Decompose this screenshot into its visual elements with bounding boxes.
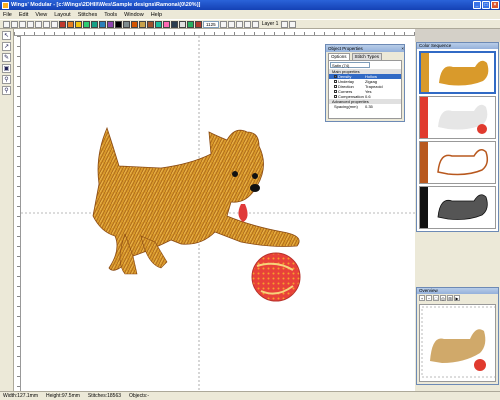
fit-icon[interactable]: □: [433, 295, 439, 301]
print-icon[interactable]: [27, 20, 34, 28]
new-icon[interactable]: [3, 20, 10, 28]
color-thumb-1[interactable]: [419, 51, 496, 94]
menu-help[interactable]: Help: [151, 12, 162, 18]
color-swatch-3[interactable]: [75, 20, 82, 28]
close-button[interactable]: ×: [491, 1, 499, 9]
vertical-ruler: [14, 36, 21, 391]
color-sequence-panel: Color Sequence: [416, 42, 499, 232]
overview-tools: + − □ ◎ ⊞ ▶: [417, 294, 498, 302]
tab-options[interactable]: Options: [328, 53, 350, 60]
status-width: Width:127.1mm: [3, 393, 39, 399]
object-properties-panel: Object Properties × Options Stitch Types …: [325, 44, 405, 122]
app-icon: [2, 1, 9, 9]
panel-close-icon[interactable]: ×: [401, 45, 404, 52]
maximize-button[interactable]: □: [482, 1, 490, 9]
main-toolbar: 1125 Layer 1: [0, 19, 500, 29]
color-swatch-12[interactable]: [147, 20, 154, 28]
color-swatch-7[interactable]: [107, 20, 114, 28]
color-swatch-15[interactable]: [171, 20, 178, 28]
layer-dropdown-icon[interactable]: [281, 20, 289, 28]
select-tool-icon[interactable]: ↖: [2, 31, 11, 40]
object-properties-title: Object Properties ×: [326, 45, 404, 52]
color-swatch-5[interactable]: [91, 20, 98, 28]
window-title: Wings' Modular - [c:\Wings\2DHII\\Wes\Sa…: [11, 2, 201, 8]
minimize-button[interactable]: _: [473, 1, 481, 9]
play-icon[interactable]: ▶: [454, 295, 460, 301]
help-icon[interactable]: [289, 20, 297, 28]
menu-window[interactable]: Window: [124, 12, 144, 18]
color-swatch-14[interactable]: [163, 20, 170, 28]
color-swatch-17[interactable]: [187, 20, 194, 28]
menu-bar: File Edit View Layout Stitches Tools Win…: [0, 10, 500, 19]
color-thumb-4[interactable]: [419, 186, 496, 229]
tab-stitch-types[interactable]: Stitch Types: [351, 53, 382, 60]
zoom-out-icon[interactable]: [227, 20, 235, 28]
color-palette: [59, 20, 202, 28]
property-row[interactable]: Spacing(mm) 0.35: [329, 104, 401, 109]
shape-tool-icon[interactable]: ▣: [2, 64, 11, 73]
title-bar: Wings' Modular - [c:\Wings\2DHII\\Wes\Sa…: [0, 0, 500, 10]
menu-stitches[interactable]: Stitches: [78, 12, 98, 18]
status-bar: Width:127.1mm Height:97.5mm Stitches:185…: [0, 391, 500, 400]
zoom-tool-icon[interactable]: ⚲: [2, 75, 11, 84]
grid-icon[interactable]: [235, 20, 243, 28]
zoom-in-icon[interactable]: [219, 20, 227, 28]
color-swatch-11[interactable]: [139, 20, 146, 28]
properties-list: Satin (74) Main properties Density Hollow…: [328, 60, 402, 119]
reshape-tool-icon[interactable]: ↗: [2, 42, 11, 51]
right-panel: Color Sequence Overview + − □ ◎ ⊞ ▶: [415, 42, 500, 391]
paste-icon[interactable]: [51, 20, 58, 28]
object-properties-tabs: Options Stitch Types: [326, 53, 404, 60]
copy-icon[interactable]: [43, 20, 50, 28]
left-toolbar: ↖ ↗ ✎ ▣ ⚲ ⚲: [0, 29, 14, 391]
cut-icon[interactable]: [35, 20, 42, 28]
select-icon[interactable]: [243, 20, 251, 28]
status-objects: Objects:-: [129, 393, 150, 399]
design-canvas[interactable]: Object Properties × Options Stitch Types …: [21, 36, 415, 391]
horizontal-ruler: [14, 29, 415, 36]
draw-tool-icon[interactable]: ✎: [2, 53, 11, 62]
color-swatch-16[interactable]: [179, 20, 186, 28]
menu-tools[interactable]: Tools: [104, 12, 117, 18]
zoom-in-icon[interactable]: +: [419, 295, 425, 301]
window-controls: _ □ ×: [473, 1, 499, 9]
color-swatch-4[interactable]: [83, 20, 90, 28]
color-sequence-title: Color Sequence: [417, 43, 498, 49]
color-swatch-6[interactable]: [99, 20, 106, 28]
color-swatch-10[interactable]: [131, 20, 138, 28]
color-swatch-13[interactable]: [155, 20, 162, 28]
layer-label: Layer 1: [261, 21, 279, 27]
open-icon[interactable]: [11, 20, 18, 28]
color-thumb-2[interactable]: [419, 96, 496, 139]
save-icon[interactable]: [19, 20, 26, 28]
status-height: Height:97.5mm: [46, 393, 80, 399]
color-swatch-18[interactable]: [195, 20, 202, 28]
overview-panel: Overview + − □ ◎ ⊞ ▶: [416, 287, 499, 385]
dog-figure: [92, 126, 300, 275]
overview-preview[interactable]: [419, 304, 496, 382]
menu-file[interactable]: File: [3, 12, 12, 18]
menu-view[interactable]: View: [35, 12, 47, 18]
color-thumb-3[interactable]: [419, 141, 496, 184]
grid-icon[interactable]: ⊞: [447, 295, 453, 301]
pan-icon[interactable]: [251, 20, 259, 28]
center-icon[interactable]: ◎: [440, 295, 446, 301]
zoom-combo[interactable]: 1125: [203, 20, 219, 28]
menu-layout[interactable]: Layout: [54, 12, 71, 18]
zoom-out-icon[interactable]: −: [426, 295, 432, 301]
color-swatch-9[interactable]: [123, 20, 130, 28]
color-swatch-1[interactable]: [59, 20, 66, 28]
menu-edit[interactable]: Edit: [19, 12, 28, 18]
zoom-tool-2-icon[interactable]: ⚲: [2, 86, 11, 95]
ball-figure: [251, 252, 301, 302]
stitch-type-combo[interactable]: Satin (74): [330, 62, 370, 68]
status-stitches: Stitches:18563: [87, 393, 122, 399]
color-swatch-2[interactable]: [67, 20, 74, 28]
color-swatch-8[interactable]: [115, 20, 122, 28]
